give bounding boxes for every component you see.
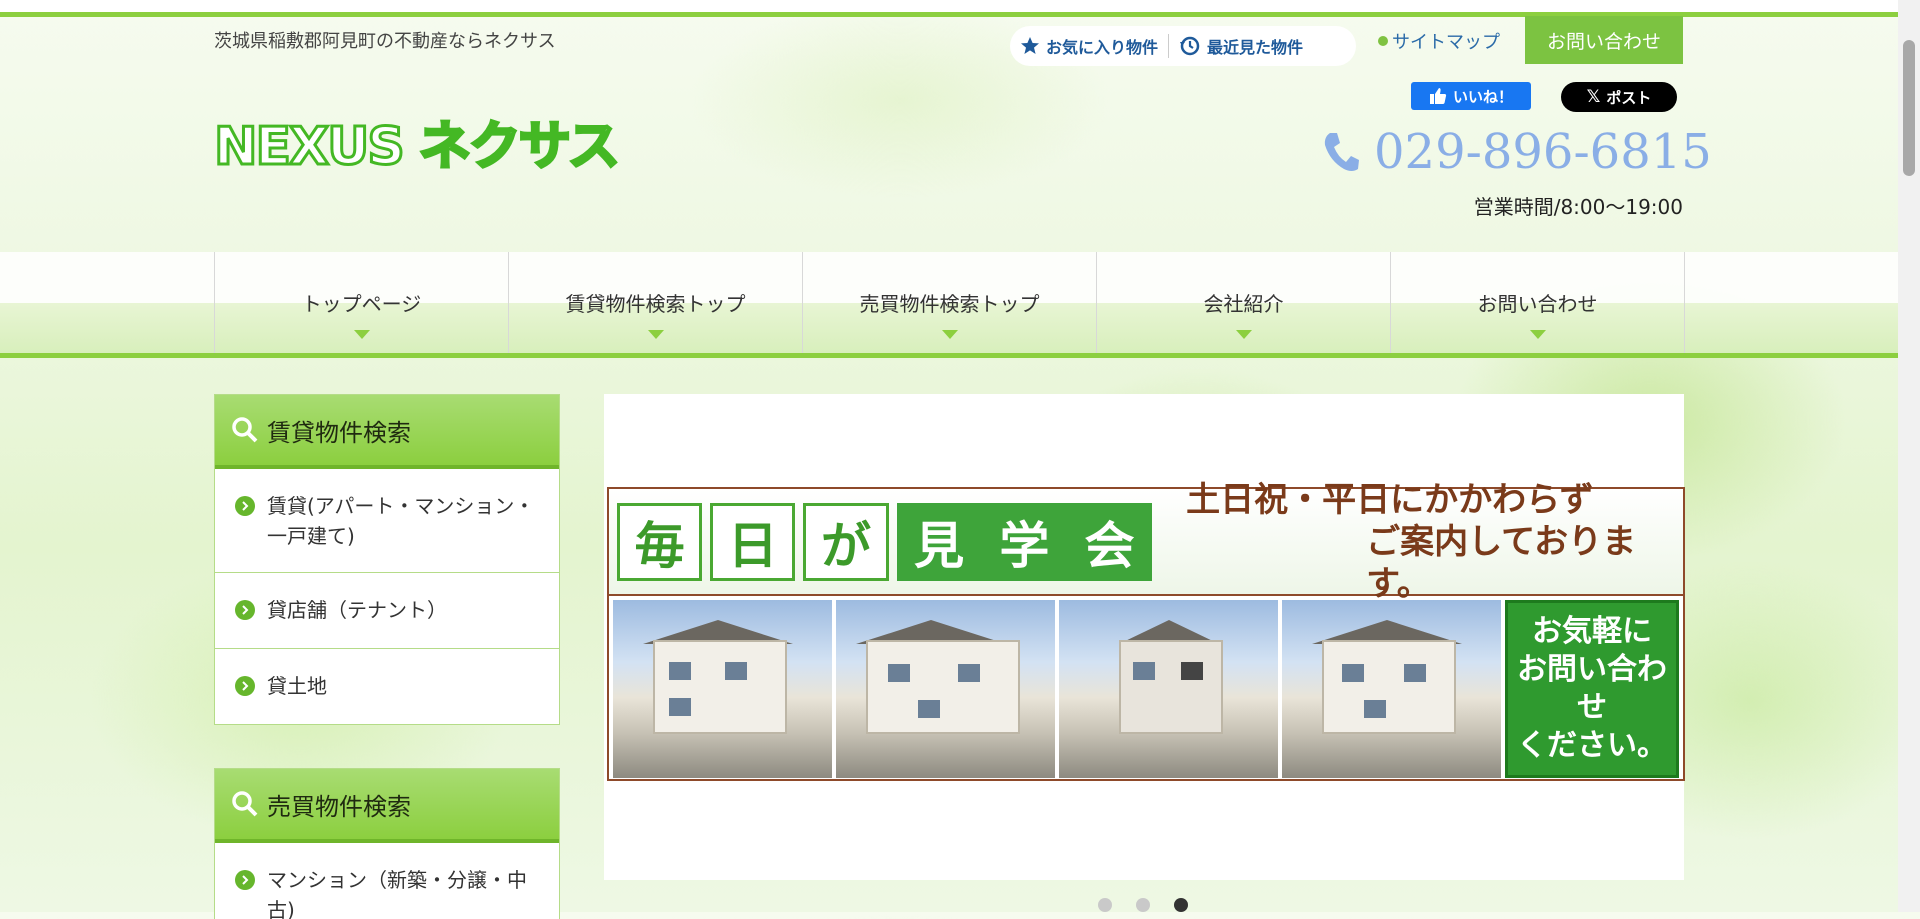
facebook-like-button[interactable]: いいね！ (1411, 82, 1531, 110)
phone-number-block[interactable]: 029-896-6815 (1322, 124, 1712, 180)
nav-item-top[interactable]: トップページ (214, 252, 508, 353)
site-tagline: 茨城県稲敷郡阿見町の不動産ならネクサス (214, 31, 556, 52)
nav-item-label: お問い合わせ (1477, 292, 1598, 316)
house-photo (1282, 600, 1501, 778)
recent-label: 最近見た物件 (1207, 38, 1304, 57)
sale-search-title: 売買物件検索 (267, 792, 411, 821)
banner-char: 日 (710, 502, 796, 581)
search-icon (232, 417, 258, 443)
business-hours: 営業時間/8:00〜19:00 (1473, 195, 1683, 219)
sidebar-item-label: 貸店舗（テナント） (267, 598, 447, 622)
rent-search-box: 賃貸物件検索 賃貸(アパート・マンション・一戸建て) 貸店舗（テナント） 貸土地 (214, 394, 560, 725)
chevron-right-icon (235, 676, 255, 696)
chevron-right-icon (235, 600, 255, 620)
slider-dot-active[interactable] (1174, 898, 1188, 912)
post-label: ポスト (1606, 88, 1652, 107)
triangle-down-icon (647, 330, 664, 339)
sidebar-item-label: マンション（新築・分譲・中古) (267, 868, 527, 919)
banner-line-2: ご案内しております。 (1366, 521, 1637, 604)
open-house-banner[interactable]: 毎 日 が 見 学 会 土日祝・平日にかかわらず ご案内しております。 お気軽に… (607, 480, 1685, 782)
search-icon (232, 791, 258, 817)
sidebar-item-label: 貸土地 (267, 674, 327, 698)
slider-dot[interactable] (1136, 898, 1150, 912)
phone-icon (1324, 133, 1359, 171)
recent-link[interactable]: 最近見た物件 (1169, 34, 1313, 58)
cta-line-3: ください。 (1517, 728, 1667, 763)
nav-item-label: トップページ (301, 292, 422, 316)
triangle-down-icon (1529, 330, 1546, 339)
triangle-down-icon (941, 330, 958, 339)
star-icon (1021, 37, 1039, 54)
sitemap-label: サイトマップ (1392, 32, 1500, 53)
banner-line-1: 土日祝・平日にかかわらず (1186, 479, 1594, 520)
vertical-scrollbar[interactable] (1898, 0, 1920, 912)
sitemap-link[interactable]: サイトマップ (1378, 28, 1500, 54)
like-label: いいね！ (1452, 87, 1513, 106)
sale-search-header: 売買物件検索 (215, 769, 559, 843)
favorites-pill: お気に入り物件 最近見た物件 (1010, 26, 1356, 66)
house-photo (1059, 600, 1278, 778)
triangle-down-icon (1235, 330, 1252, 339)
thumbs-up-icon (1429, 88, 1447, 104)
chevron-right-icon (235, 496, 255, 516)
triangle-down-icon (353, 330, 370, 339)
banner-char: 学 (981, 502, 1067, 581)
history-icon (1180, 36, 1200, 56)
banner-char: 毎 (617, 502, 703, 581)
slider-pagination (1098, 898, 1188, 912)
banner-photos: お気軽に お問い合わせ ください。 (609, 596, 1683, 782)
site-logo[interactable]: NEXUS ネクサス (213, 104, 622, 179)
house-photo (836, 600, 1055, 778)
banner-cta: お気軽に お問い合わせ ください。 (1505, 600, 1679, 778)
sidebar-item-label: 賃貸(アパート・マンション・一戸建て) (267, 494, 535, 548)
contact-button[interactable]: お問い合わせ (1525, 16, 1683, 64)
sidebar-item-rent-land[interactable]: 貸土地 (215, 649, 559, 724)
bullet-icon (1378, 36, 1388, 46)
x-post-button[interactable]: 𝕏 ポスト (1561, 82, 1677, 112)
chevron-right-icon (235, 870, 255, 890)
cta-line-1: お気軽に (1532, 614, 1652, 649)
rent-search-title: 賃貸物件検索 (267, 418, 411, 447)
sidebar-item-sale-mansion[interactable]: マンション（新築・分譲・中古) (215, 843, 559, 919)
house-photo (613, 600, 832, 778)
sidebar-item-rent-store[interactable]: 貸店舗（テナント） (215, 573, 559, 649)
sale-search-box: 売買物件検索 マンション（新築・分譲・中古) (214, 768, 560, 919)
browser-top-strip (0, 0, 1898, 12)
favorites-label: お気に入り物件 (1046, 38, 1159, 57)
sidebar-item-rent-residential[interactable]: 賃貸(アパート・マンション・一戸建て) (215, 469, 559, 573)
favorites-link[interactable]: お気に入り物件 (1010, 34, 1168, 58)
banner-char: が (803, 502, 889, 581)
rent-search-header: 賃貸物件検索 (215, 395, 559, 469)
nav-item-company[interactable]: 会社紹介 (1096, 252, 1390, 353)
x-logo-icon: 𝕏 (1586, 87, 1601, 107)
banner-char: 会 (1066, 502, 1153, 581)
banner-message: 土日祝・平日にかかわらず ご案内しております。 (1186, 479, 1683, 605)
banner-heading: 毎 日 が 見 学 会 土日祝・平日にかかわらず ご案内しております。 (609, 480, 1683, 604)
banner-char: 見 (896, 502, 982, 581)
scrollbar-thumb[interactable] (1903, 40, 1915, 176)
nav-item-label: 売買物件検索トップ (859, 292, 1040, 316)
slider-dot[interactable] (1098, 898, 1112, 912)
nav-item-label: 賃貸物件検索トップ (565, 292, 746, 316)
global-nav: トップページ 賃貸物件検索トップ 売買物件検索トップ 会社紹介 お問い合わせ (214, 252, 1685, 353)
nav-item-label: 会社紹介 (1203, 292, 1284, 316)
nav-item-sale-search[interactable]: 売買物件検索トップ (802, 252, 1096, 353)
cta-line-2: お問い合わせ (1517, 652, 1667, 725)
nav-item-rent-search[interactable]: 賃貸物件検索トップ (508, 252, 802, 353)
nav-item-contact[interactable]: お問い合わせ (1390, 252, 1685, 353)
phone-number: 029-896-6815 (1374, 124, 1712, 180)
